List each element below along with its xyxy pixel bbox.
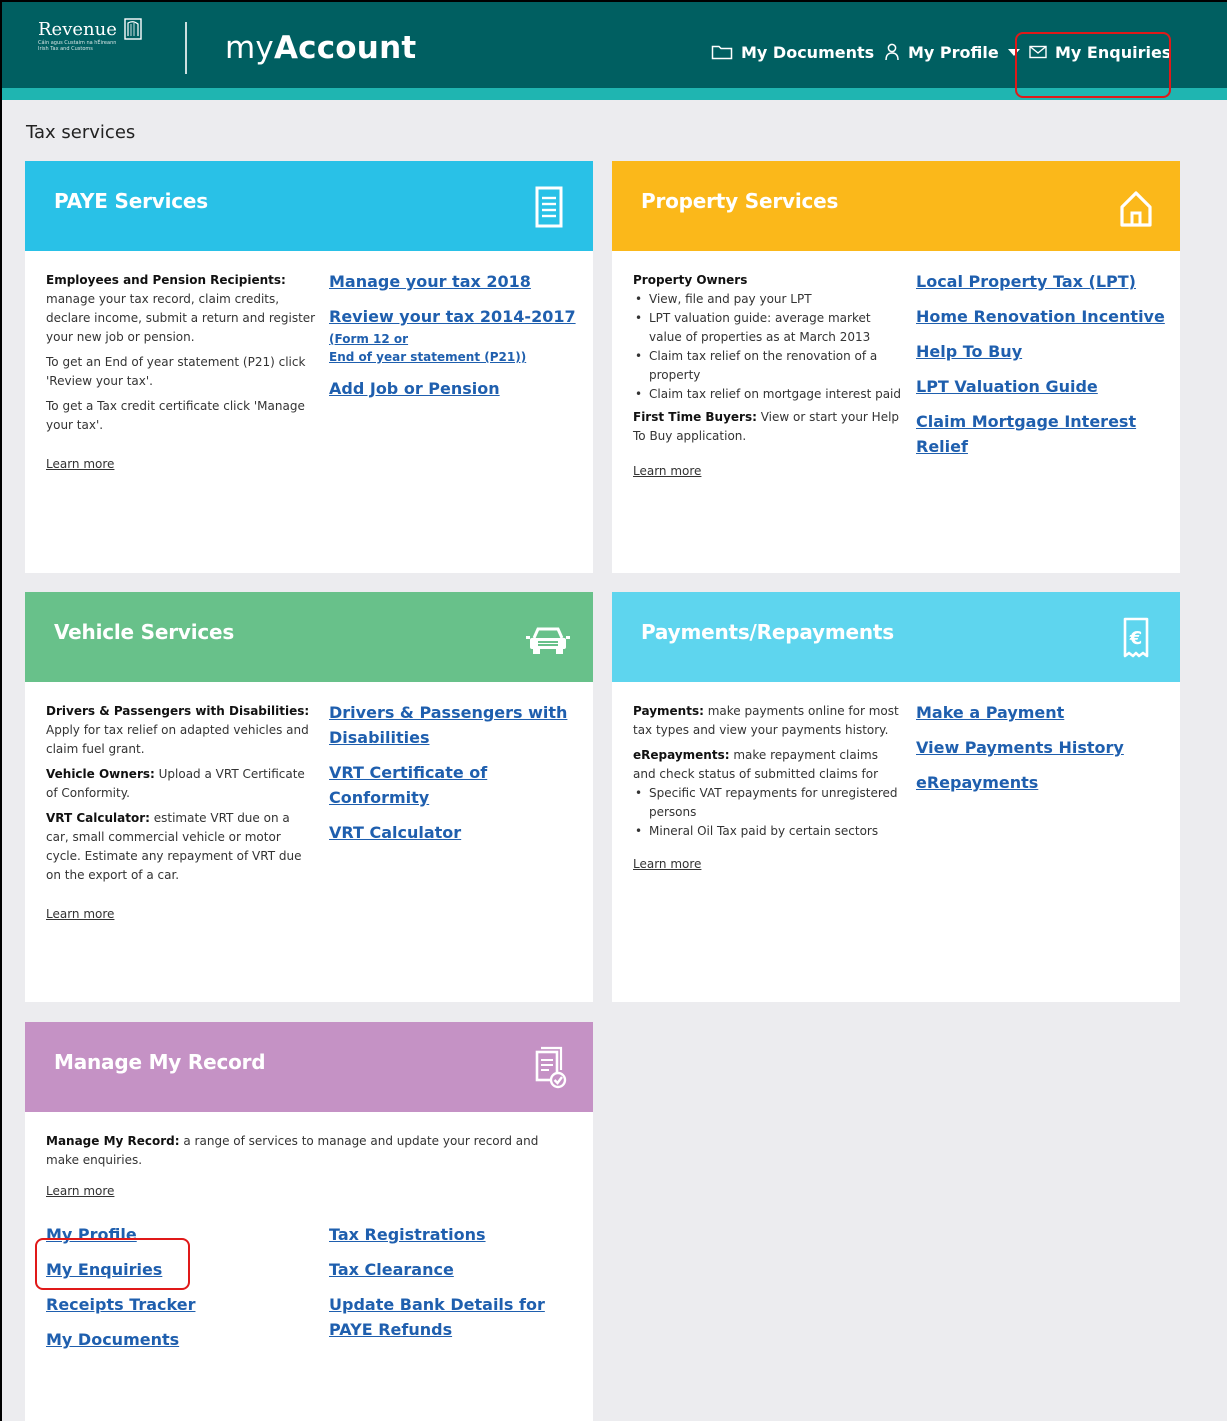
record-learn-more-link[interactable]: Learn more: [46, 1182, 114, 1201]
main-content: Tax services PAYE Services Employees and…: [2, 100, 1227, 1421]
claim-mortgage-interest-relief-link[interactable]: Claim Mortgage Interest Relief: [916, 409, 1166, 459]
make-a-payment-link[interactable]: Make a Payment: [916, 700, 1166, 725]
payments-bullet: Mineral Oil Tax paid by certain sectors: [633, 822, 903, 841]
tax-clearance-link[interactable]: Tax Clearance: [329, 1257, 579, 1282]
nav-my-profile[interactable]: My Profile: [884, 40, 1021, 64]
card-property-services: Property Services Property Owners View, …: [612, 161, 1180, 573]
card-vehicle-services: Vehicle Services Drivers & Passengers wi…: [25, 592, 593, 1002]
erepayments-link[interactable]: eRepayments: [916, 770, 1166, 795]
property-bullet: Claim tax relief on mortgage interest pa…: [633, 385, 903, 404]
card-paye-header: PAYE Services: [25, 161, 593, 251]
payments-bullet: Specific VAT repayments for unregistered…: [633, 784, 903, 822]
nav-my-profile-label: My Profile: [908, 42, 999, 62]
card-payments-links: Make a Payment View Payments History eRe…: [916, 700, 1166, 805]
payments-learn-more-link[interactable]: Learn more: [633, 855, 701, 874]
first-time-buyers-bold: First Time Buyers:: [633, 410, 757, 424]
paye-p21-note: To get an End of year statement (P21) cl…: [46, 355, 306, 388]
vrt-certificate-link[interactable]: VRT Certificate of Conformity: [329, 760, 579, 810]
card-paye-title: PAYE Services: [54, 189, 208, 213]
document-icon: [535, 186, 563, 228]
highlight-box-header-enquiries: [1015, 32, 1171, 98]
harp-icon: [124, 18, 142, 40]
brand-bold: Account: [273, 30, 417, 66]
brand-prefix: my: [225, 30, 274, 66]
tax-registrations-link[interactable]: Tax Registrations: [329, 1222, 579, 1247]
euro-receipt-icon: €: [1123, 617, 1149, 658]
card-property-title: Property Services: [641, 189, 839, 213]
card-payments-title: Payments/Repayments: [641, 620, 894, 644]
card-payments-description: Payments: make payments online for most …: [633, 702, 903, 874]
nav-my-documents[interactable]: My Documents: [711, 40, 874, 64]
highlight-box-record-enquiries: [35, 1238, 190, 1290]
logo-title: Revenue: [38, 19, 117, 40]
user-icon: [885, 43, 899, 61]
view-payments-history-link[interactable]: View Payments History: [916, 735, 1166, 760]
card-paye-description: Employees and Pension Recipients: manage…: [46, 271, 316, 474]
card-vehicle-description: Drivers & Passengers with Disabilities: …: [46, 702, 316, 924]
review-your-tax-link[interactable]: Review your tax 2014-2017: [329, 304, 579, 329]
card-paye-links: Manage your tax 2018 Review your tax 201…: [329, 269, 579, 411]
card-vehicle-links: Drivers & Passengers with Disabilities V…: [329, 700, 579, 855]
folder-icon: [711, 45, 733, 60]
card-record-right-links: Tax Registrations Tax Clearance Update B…: [329, 1222, 579, 1352]
card-manage-my-record: Manage My Record Manage My Record: a ran…: [25, 1022, 593, 1421]
form-12-label: (Form 12 or: [329, 332, 409, 346]
vehicle-learn-more-link[interactable]: Learn more: [46, 905, 114, 924]
house-icon: [1120, 191, 1152, 227]
revenue-logo[interactable]: Revenue Cáin agus Custaim na hÉireann Ir…: [38, 18, 142, 52]
add-job-or-pension-link[interactable]: Add Job or Pension: [329, 376, 579, 401]
form-12-p21-link[interactable]: (Form 12 or End of year statement (P21)): [329, 330, 579, 366]
car-icon: [526, 627, 570, 654]
manage-your-tax-2018-link[interactable]: Manage your tax 2018: [329, 269, 579, 294]
card-vehicle-title: Vehicle Services: [54, 620, 235, 644]
logo-subtitle: Cáin agus Custaim na hÉireann Irish Tax …: [38, 40, 117, 52]
property-bullet: View, file and pay your LPT: [633, 290, 903, 309]
card-payments-repayments: Payments/Repayments € Payments: make pay…: [612, 592, 1180, 1002]
paye-credit-cert-note: To get a Tax credit certificate click 'M…: [46, 399, 305, 432]
card-record-description: Manage My Record: a range of services to…: [46, 1132, 566, 1201]
property-learn-more-link[interactable]: Learn more: [633, 462, 701, 481]
paye-learn-more-link[interactable]: Learn more: [46, 455, 114, 474]
card-property-header: Property Services: [612, 161, 1180, 251]
vrt-calculator-bold: VRT Calculator:: [46, 811, 150, 825]
card-paye-services: PAYE Services Employees and Pension Reci…: [25, 161, 593, 573]
card-property-description: Property Owners View, file and pay your …: [633, 271, 903, 481]
card-record-header: Manage My Record: [25, 1022, 593, 1112]
receipts-tracker-link[interactable]: Receipts Tracker: [46, 1292, 306, 1317]
update-bank-details-link[interactable]: Update Bank Details for PAYE Refunds: [329, 1292, 579, 1342]
vehicle-disabilities-bold: Drivers & Passengers with Disabilities:: [46, 704, 310, 718]
erepayments-bold: eRepayments:: [633, 748, 730, 762]
svg-text:€: €: [1129, 628, 1143, 649]
payments-bold: Payments:: [633, 704, 704, 718]
card-vehicle-header: Vehicle Services: [25, 592, 593, 682]
vehicle-owners-bold: Vehicle Owners:: [46, 767, 155, 781]
record-bold: Manage My Record:: [46, 1134, 180, 1148]
property-bullet: Claim tax relief on the renovation of a …: [633, 347, 903, 385]
help-to-buy-link[interactable]: Help To Buy: [916, 339, 1166, 364]
paye-lead-text: manage your tax record, claim credits, d…: [46, 292, 316, 344]
card-payments-header: Payments/Repayments €: [612, 592, 1180, 682]
card-property-links: Local Property Tax (LPT) Home Renovation…: [916, 269, 1166, 469]
property-owners-heading: Property Owners: [633, 273, 748, 287]
p21-label: End of year statement (P21)): [329, 350, 527, 364]
my-documents-link[interactable]: My Documents: [46, 1327, 306, 1352]
page-title: Tax services: [26, 122, 136, 143]
payments-bullet-list: Specific VAT repayments for unregistered…: [633, 784, 903, 841]
card-record-title: Manage My Record: [54, 1050, 266, 1074]
nav-my-documents-label: My Documents: [741, 42, 875, 62]
property-bullet-list: View, file and pay your LPT LPT valuatio…: [633, 290, 903, 404]
checklist-icon: [535, 1046, 567, 1089]
my-account-brand[interactable]: myAccount: [225, 30, 416, 66]
vehicle-disabilities-text: Apply for tax relief on adapted vehicles…: [46, 723, 309, 756]
drivers-passengers-disabilities-link[interactable]: Drivers & Passengers with Disabilities: [329, 700, 579, 750]
lpt-valuation-guide-link[interactable]: LPT Valuation Guide: [916, 374, 1166, 399]
home-renovation-incentive-link[interactable]: Home Renovation Incentive: [916, 304, 1166, 329]
vrt-calculator-link[interactable]: VRT Calculator: [329, 820, 579, 845]
property-bullet: LPT valuation guide: average market valu…: [633, 309, 903, 347]
header-divider: [185, 22, 187, 74]
paye-lead-bold: Employees and Pension Recipients:: [46, 273, 286, 287]
local-property-tax-link[interactable]: Local Property Tax (LPT): [916, 269, 1166, 294]
